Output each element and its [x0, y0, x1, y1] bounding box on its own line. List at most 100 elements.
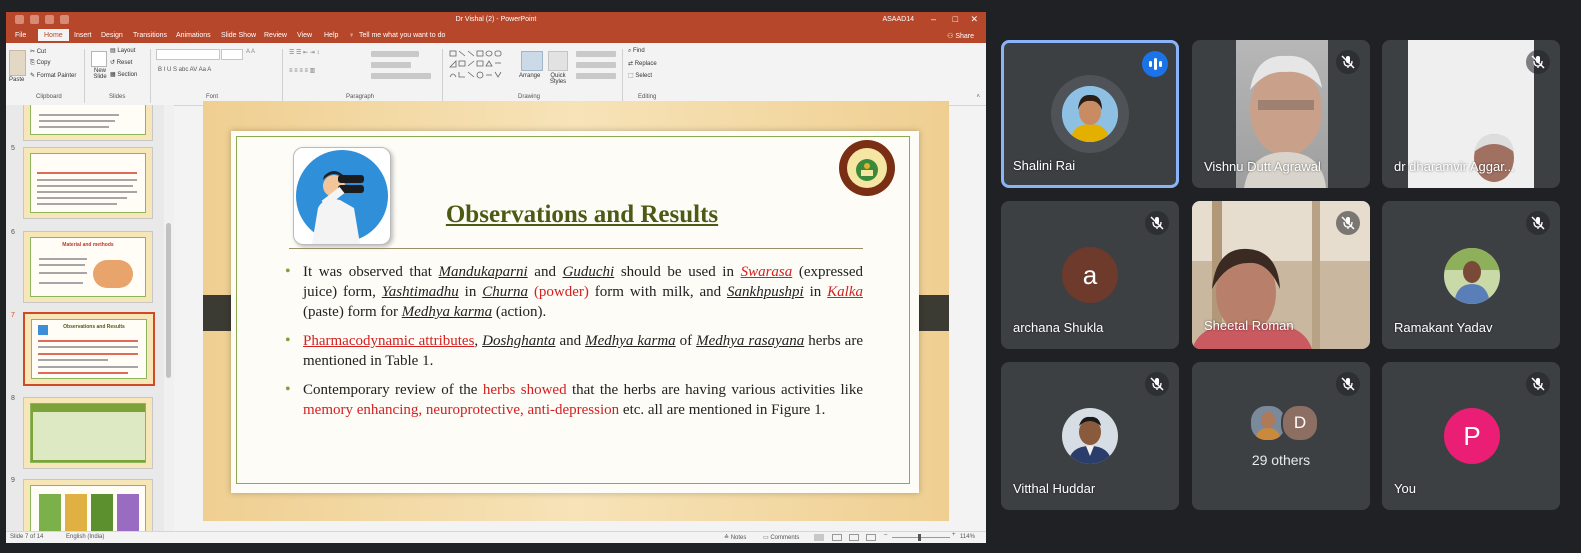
- reading-view-icon[interactable]: [849, 534, 859, 541]
- share-button[interactable]: ⚇ Share: [947, 32, 974, 40]
- thumbnail-number: 6: [11, 229, 15, 236]
- b1-text: in: [803, 284, 828, 300]
- participant-tile-vitthal-huddar[interactable]: Vitthal Huddar: [1001, 362, 1179, 510]
- tab-animations[interactable]: Animations: [176, 32, 211, 39]
- shapes-gallery[interactable]: [448, 49, 506, 85]
- tab-view[interactable]: View: [297, 32, 312, 39]
- minimize-icon[interactable]: –: [931, 14, 936, 24]
- zoom-slider[interactable]: [892, 537, 950, 538]
- find-button[interactable]: ⌕ Find: [628, 48, 645, 55]
- section-button[interactable]: ▦ Section: [110, 71, 137, 78]
- copy-button[interactable]: ⎘ Copy: [30, 60, 50, 67]
- tell-me-box[interactable]: Tell me what you want to do: [359, 32, 445, 39]
- participant-tile-you[interactable]: P You: [1382, 362, 1560, 510]
- text-direction-button[interactable]: [371, 51, 419, 57]
- slideshow-icon[interactable]: [866, 534, 876, 541]
- participant-tile-sheetal-roman[interactable]: Sheetal Roman: [1192, 201, 1370, 349]
- thumbnail-slide-9[interactable]: [23, 479, 153, 531]
- cut-button[interactable]: ✂ Cut: [30, 48, 46, 55]
- scrollbar-thumb[interactable]: [166, 223, 171, 378]
- participant-name: archana Shukla: [1013, 320, 1104, 335]
- tab-transitions[interactable]: Transitions: [133, 32, 167, 39]
- align-text-button[interactable]: [371, 62, 411, 68]
- participant-name: Vitthal Huddar: [1013, 481, 1096, 496]
- font-style-icons[interactable]: B I U S abc AV Aa A: [158, 67, 211, 73]
- format-painter-button[interactable]: ✎ Format Painter: [30, 72, 76, 79]
- zoom-level[interactable]: 114%: [960, 534, 975, 540]
- comments-button[interactable]: ▭ Comments: [763, 534, 799, 541]
- thumbnail-slide-5[interactable]: [23, 147, 153, 219]
- speaking-bar: [1149, 61, 1152, 67]
- select-button[interactable]: ⬚ Select: [628, 72, 652, 79]
- format-painter-label: Format Painter: [36, 73, 77, 79]
- align-icons[interactable]: ≡ ≡ ≡ ≡ ▥: [289, 67, 315, 74]
- b1-churna: Churna: [482, 284, 529, 300]
- shape-effects-button[interactable]: [576, 73, 616, 79]
- new-slide-button[interactable]: New Slide: [90, 68, 110, 80]
- list-icons[interactable]: ☰ ☰ ⇤ ⇥ ↕: [289, 49, 319, 56]
- tab-insert[interactable]: Insert: [74, 32, 92, 39]
- font-name-box[interactable]: [156, 49, 220, 60]
- institute-logo-emblem: [839, 140, 895, 196]
- quick-styles-icon[interactable]: [548, 51, 568, 71]
- paste-button[interactable]: Paste: [9, 77, 24, 83]
- replace-label: Replace: [634, 61, 657, 67]
- shape-outline-button[interactable]: [576, 62, 616, 68]
- participant-tile-others[interactable]: D 29 others: [1192, 362, 1370, 510]
- normal-view-icon[interactable]: [814, 534, 824, 541]
- participant-tile-archana-shukla[interactable]: a archana Shukla: [1001, 201, 1179, 349]
- participant-tile-dr-dharamvir-aggar[interactable]: dr dharamvir Aggar...: [1382, 40, 1560, 188]
- thumbnail-line: [39, 120, 115, 122]
- shape-fill-button[interactable]: [576, 51, 616, 57]
- zoom-slider-handle[interactable]: [918, 534, 921, 541]
- grow-font-icon[interactable]: A A: [246, 49, 255, 55]
- tab-file[interactable]: File: [15, 32, 26, 39]
- ribbon-separator: [282, 49, 283, 103]
- collapse-ribbon-icon[interactable]: ˄: [976, 94, 980, 100]
- close-icon[interactable]: ✕: [970, 14, 978, 25]
- thumbnail-slide-6[interactable]: Material and methods: [23, 231, 153, 303]
- tab-help[interactable]: Help: [324, 32, 338, 39]
- b1-text: in: [458, 284, 483, 300]
- b1-sankhpushpi: Sankhpushpi: [727, 284, 804, 300]
- slide-bullets: It was observed that Mandukaparni and Gu…: [285, 262, 863, 429]
- quick-styles-button[interactable]: Quick Styles: [544, 73, 572, 85]
- maximize-icon[interactable]: □: [953, 14, 958, 24]
- b3-text: etc. all are mentioned in Figure 1.: [619, 402, 826, 418]
- tab-home[interactable]: Home: [38, 29, 69, 41]
- reset-button[interactable]: ↺ Reset: [110, 59, 132, 66]
- participant-tile-vishnu-dutt-agrawal[interactable]: Vishnu Dutt Agrawal: [1192, 40, 1370, 188]
- convert-smartart-button[interactable]: [371, 73, 431, 79]
- zoom-out-icon[interactable]: –: [884, 532, 887, 538]
- b2-doshghanta: Doshghanta: [482, 333, 556, 349]
- replace-button[interactable]: ⇄ Replace: [628, 60, 657, 67]
- new-slide-icon[interactable]: [91, 51, 107, 67]
- thumbnail-scrollbar[interactable]: [164, 105, 174, 531]
- thumbnail-slide-8[interactable]: [23, 397, 153, 469]
- participant-tile-shalini-rai[interactable]: Shalini Rai: [1001, 40, 1179, 188]
- avatar-shalini-rai: [1062, 86, 1118, 142]
- layout-button[interactable]: ▤ Layout: [110, 47, 135, 54]
- arrange-button[interactable]: Arrange: [519, 73, 540, 79]
- tell-me-icon[interactable]: ♀: [349, 32, 354, 39]
- mic-off-glyph: [1150, 216, 1164, 230]
- tab-slide-show[interactable]: Slide Show: [221, 32, 256, 39]
- paste-icon[interactable]: [9, 50, 26, 76]
- reset-label: Reset: [116, 60, 133, 66]
- notes-button[interactable]: ≙ Notes: [724, 534, 746, 541]
- thumbnail-table: [30, 403, 146, 463]
- zoom-in-icon[interactable]: +: [952, 532, 956, 538]
- participant-tile-ramakant-yadav[interactable]: Ramakant Yadav: [1382, 201, 1560, 349]
- arrange-icon[interactable]: [521, 51, 543, 71]
- tab-design[interactable]: Design: [101, 32, 123, 39]
- b3-text: that the herbs are having various activi…: [566, 382, 863, 398]
- slide-sorter-icon[interactable]: [832, 534, 842, 541]
- font-size-box[interactable]: [221, 49, 243, 60]
- b2-text: ,: [474, 333, 483, 349]
- binoculars-image: [293, 147, 391, 245]
- language-indicator[interactable]: English (India): [66, 534, 104, 540]
- b2-pharmacodynamic: Pharmacodynamic attributes: [303, 333, 475, 349]
- tab-review[interactable]: Review: [264, 32, 287, 39]
- thumbnail-slide-7-selected[interactable]: Observations and Results: [23, 312, 155, 386]
- thumbnail-slide-4[interactable]: [23, 105, 153, 141]
